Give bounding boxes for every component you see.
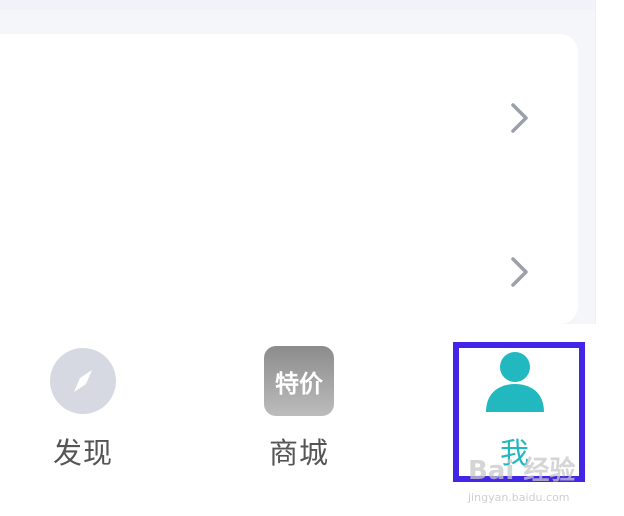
right-gutter: [595, 0, 624, 516]
watermark-brand: Bai 经验: [468, 456, 576, 486]
chevron-right-icon: [511, 103, 528, 133]
settings-card: [0, 34, 578, 324]
top-strip: [0, 0, 600, 10]
tab-mall[interactable]: 特价 商城: [224, 324, 374, 474]
compass-icon: [50, 348, 116, 414]
tab-discover-label: 发现: [52, 436, 113, 470]
tab-discover[interactable]: 发现: [8, 324, 158, 474]
watermark: Bai 经验 jingyan.baidu.com: [468, 450, 608, 504]
special-price-icon: 特价: [264, 346, 334, 416]
settings-row-2[interactable]: [0, 210, 578, 330]
tab-mall-label: 商城: [268, 436, 329, 470]
chevron-right-icon: [511, 257, 528, 287]
tab-mall-icon-wrap: 特价: [264, 346, 334, 416]
compass-needle-icon: [74, 370, 92, 392]
watermark-url: jingyan.baidu.com: [468, 491, 570, 504]
tab-discover-icon-wrap: [50, 348, 116, 414]
settings-row-1[interactable]: [0, 56, 578, 176]
